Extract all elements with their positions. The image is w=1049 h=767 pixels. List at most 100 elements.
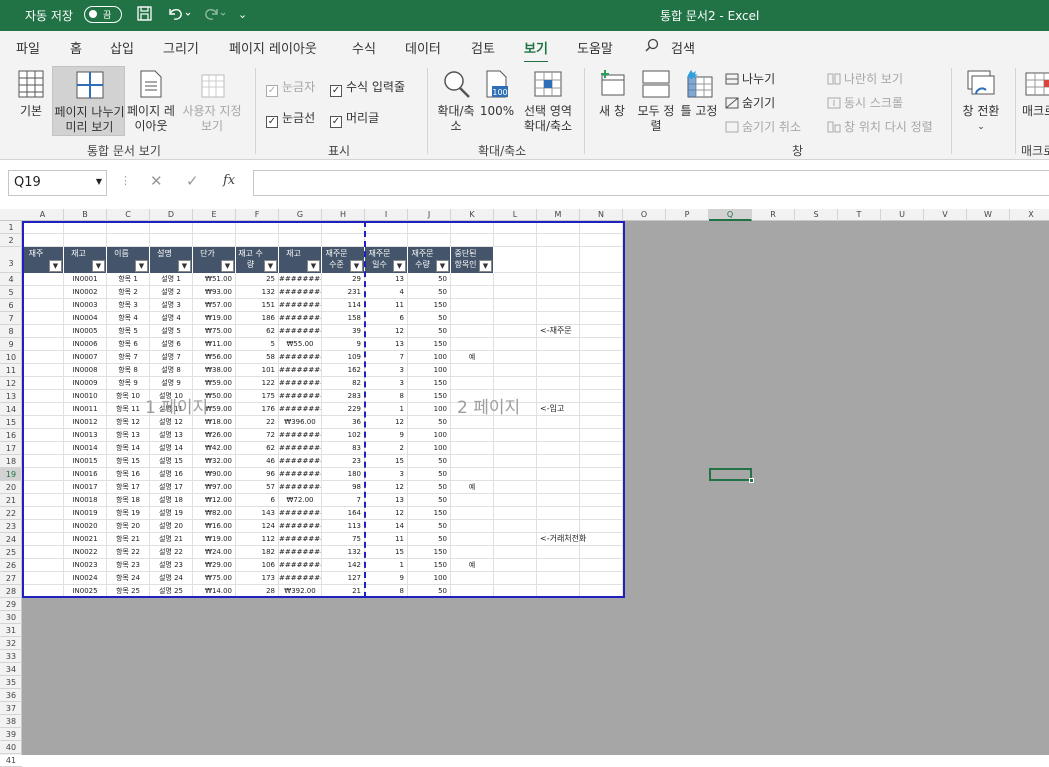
table-cell[interactable]: 132 — [322, 546, 365, 559]
table-cell[interactable]: 150 — [408, 507, 451, 520]
table-cell[interactable]: 58 — [236, 351, 279, 364]
table-cell[interactable]: 127 — [322, 572, 365, 585]
name-box[interactable]: Q19 ▼ — [8, 170, 107, 196]
table-cell[interactable]: IN0014 — [64, 442, 107, 455]
table-cell[interactable]: 50 — [408, 481, 451, 494]
row-header[interactable]: 33 — [0, 650, 22, 663]
row-header[interactable]: 19 — [0, 468, 22, 481]
table-cell[interactable]: 96 — [236, 468, 279, 481]
formula-input[interactable] — [253, 170, 1049, 196]
row-header[interactable]: 27 — [0, 572, 22, 585]
cell[interactable] — [537, 390, 580, 403]
table-cell[interactable] — [451, 338, 494, 351]
table-cell[interactable]: 39 — [322, 325, 365, 338]
column-header[interactable]: U — [881, 209, 924, 221]
table-cell[interactable]: 22 — [236, 416, 279, 429]
cell[interactable] — [494, 377, 537, 390]
cell[interactable] — [494, 572, 537, 585]
cell[interactable] — [537, 247, 580, 273]
table-cell[interactable]: 162 — [322, 364, 365, 377]
table-cell[interactable]: 11 — [365, 533, 408, 546]
cancel-icon[interactable]: ✕ — [150, 172, 163, 190]
unhide-button[interactable]: 숨기기 취소 — [725, 118, 801, 135]
table-cell[interactable]: 설명 2 — [150, 286, 193, 299]
chevron-down-icon[interactable]: ▼ — [96, 177, 102, 186]
column-header[interactable]: A — [22, 209, 64, 221]
cell[interactable] — [580, 429, 623, 442]
filter-dropdown-icon[interactable]: ▼ — [92, 260, 105, 272]
table-cell[interactable] — [451, 468, 494, 481]
table-cell[interactable] — [22, 494, 64, 507]
table-cell[interactable]: 설명 15 — [150, 455, 193, 468]
split-button[interactable]: 나누기 — [725, 70, 775, 87]
table-cell[interactable]: 항목 20 — [107, 520, 150, 533]
table-cell[interactable]: 173 — [236, 572, 279, 585]
cell[interactable] — [107, 234, 150, 247]
cell[interactable] — [22, 234, 64, 247]
table-cell[interactable]: 21 — [322, 585, 365, 598]
table-cell[interactable]: ₩38.00 — [193, 364, 236, 377]
table-cell[interactable]: 항목 10 — [107, 390, 150, 403]
table-cell[interactable]: 3 — [365, 468, 408, 481]
row-header[interactable]: 5 — [0, 286, 22, 299]
table-cell[interactable]: 150 — [408, 338, 451, 351]
cell[interactable] — [494, 507, 537, 520]
cell[interactable] — [150, 221, 193, 234]
cell[interactable] — [580, 416, 623, 429]
column-header[interactable]: G — [279, 209, 322, 221]
cell[interactable] — [580, 312, 623, 325]
table-cell[interactable]: ₩90.00 — [193, 468, 236, 481]
table-cell[interactable]: ₩75.00 — [193, 325, 236, 338]
table-cell[interactable] — [22, 455, 64, 468]
cell[interactable] — [580, 546, 623, 559]
table-cell[interactable]: ₩29.00 — [193, 559, 236, 572]
table-cell[interactable]: 46 — [236, 455, 279, 468]
row-header[interactable]: 23 — [0, 520, 22, 533]
gridlines-checkbox[interactable]: ✓ 눈금선 — [266, 109, 315, 128]
table-cell[interactable] — [451, 585, 494, 598]
enter-icon[interactable]: ✓ — [186, 172, 199, 190]
table-cell[interactable]: 설명 23 — [150, 559, 193, 572]
table-cell[interactable]: 11 — [365, 299, 408, 312]
table-cell[interactable]: 28 — [236, 585, 279, 598]
table-cell[interactable]: 15 — [365, 546, 408, 559]
table-cell[interactable]: 항목 1 — [107, 273, 150, 286]
table-cell[interactable]: IN0008 — [64, 364, 107, 377]
table-cell[interactable]: ######## — [279, 533, 322, 546]
cell[interactable] — [537, 494, 580, 507]
table-cell[interactable]: ₩11.00 — [193, 338, 236, 351]
table-cell[interactable]: 13 — [365, 338, 408, 351]
table-cell[interactable]: IN0013 — [64, 429, 107, 442]
cell[interactable] — [580, 403, 623, 416]
macros-button[interactable]: 매크로 — [1020, 66, 1049, 136]
table-cell[interactable]: 3 — [365, 377, 408, 390]
row-header[interactable]: 18 — [0, 455, 22, 468]
row-header[interactable]: 29 — [0, 598, 22, 611]
table-cell[interactable] — [451, 507, 494, 520]
filter-dropdown-icon[interactable]: ▼ — [307, 260, 320, 272]
table-cell[interactable] — [22, 403, 64, 416]
row-header[interactable]: 11 — [0, 364, 22, 377]
table-cell[interactable] — [451, 325, 494, 338]
cell[interactable] — [537, 364, 580, 377]
cell[interactable] — [236, 221, 279, 234]
table-cell[interactable]: 6 — [236, 494, 279, 507]
table-cell[interactable]: 9 — [365, 429, 408, 442]
table-cell[interactable]: 항목 22 — [107, 546, 150, 559]
row-header[interactable]: 3 — [0, 247, 22, 273]
cell[interactable] — [537, 312, 580, 325]
table-cell[interactable]: 항목 18 — [107, 494, 150, 507]
table-cell[interactable] — [451, 572, 494, 585]
table-cell[interactable] — [22, 325, 64, 338]
cell[interactable] — [408, 221, 451, 234]
table-cell[interactable]: ₩93.00 — [193, 286, 236, 299]
cell[interactable] — [537, 234, 580, 247]
table-cell[interactable]: ######## — [279, 507, 322, 520]
customize-icon[interactable]: ⌄ — [238, 8, 247, 21]
table-cell[interactable]: 114 — [322, 299, 365, 312]
cell[interactable] — [537, 299, 580, 312]
filter-dropdown-icon[interactable]: ▼ — [178, 260, 191, 272]
table-cell[interactable]: ######## — [279, 325, 322, 338]
table-cell[interactable]: IN0024 — [64, 572, 107, 585]
tab-help[interactable]: 도움말 — [577, 38, 613, 57]
